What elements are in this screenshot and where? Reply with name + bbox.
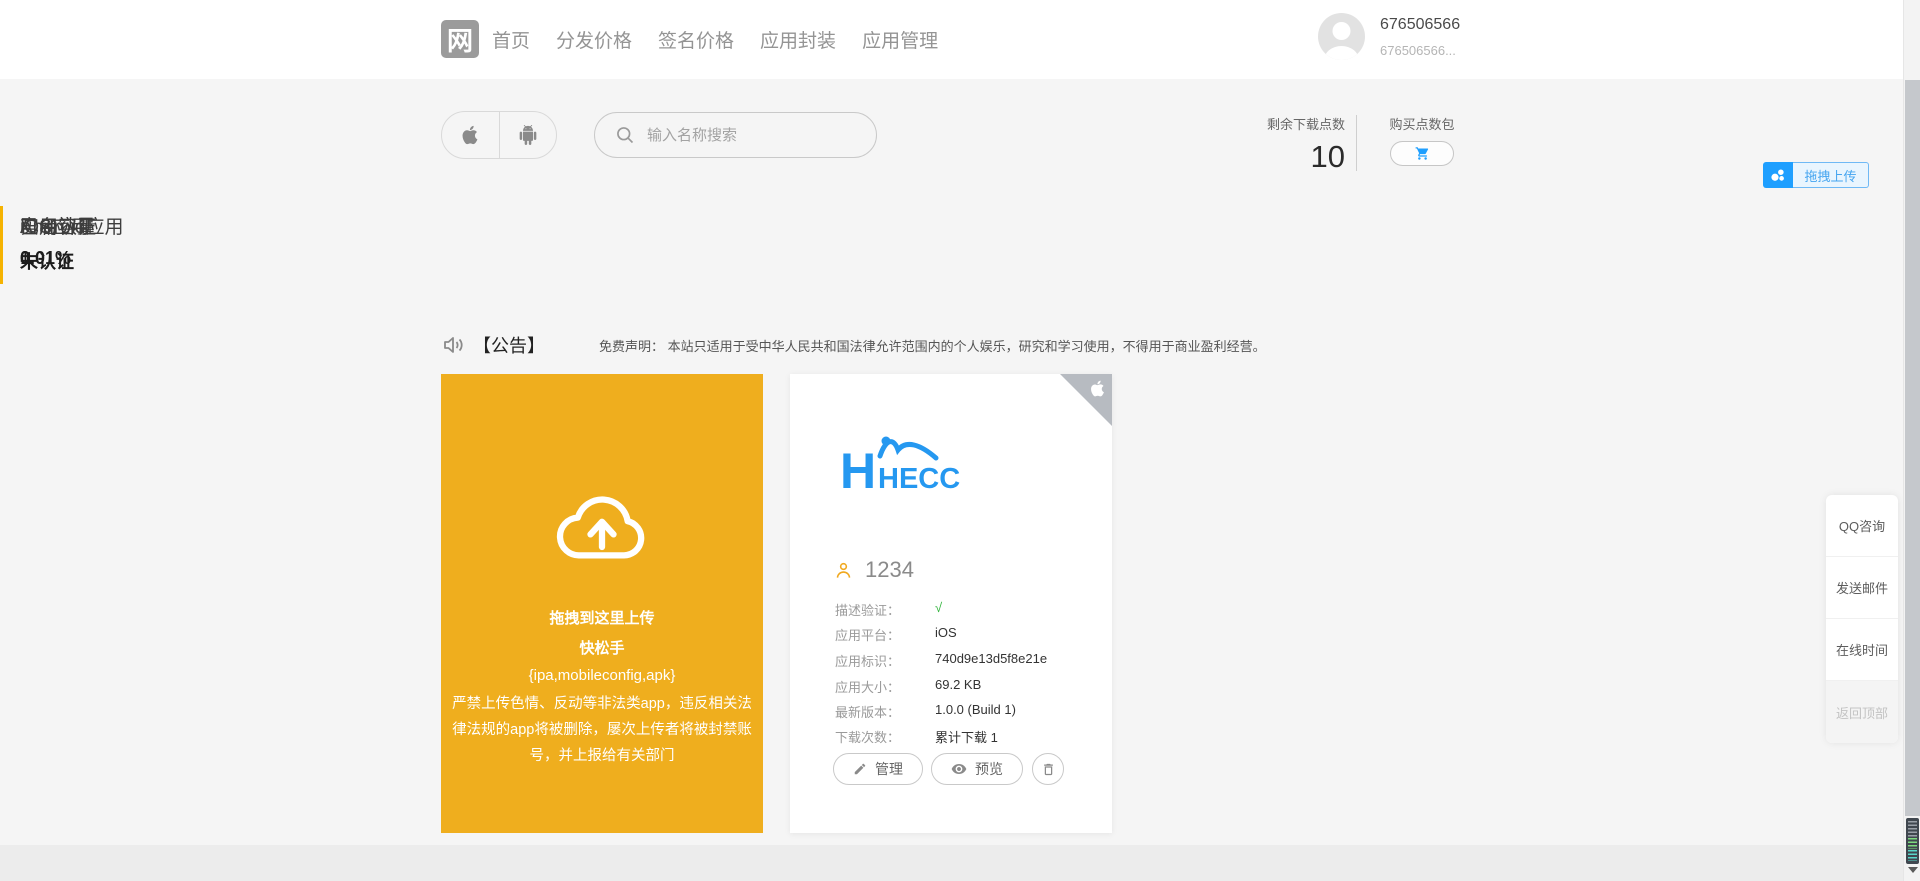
- detail-row-downloads: 下载次数： 累计下载 1: [835, 727, 1095, 746]
- preview-button-label: 预览: [975, 759, 1003, 779]
- side-item-qq[interactable]: QQ咨询: [1826, 495, 1898, 557]
- username: 676506566: [1380, 16, 1460, 34]
- person-icon: [834, 561, 853, 580]
- ribbon-apple-icon: [1088, 379, 1107, 398]
- upload-dropzone[interactable]: 拖拽到这里上传 快松手 {ipa,mobileconfig,apk} 严禁上传色…: [441, 374, 763, 833]
- detail-row-platform: 应用平台： iOS: [835, 625, 1095, 644]
- buy-points: 购买点数包: [1381, 114, 1463, 166]
- announcement: 【公告】 免费声明： 本站只适用于受中华人民共和国法律允许范围内的个人娱乐，研究…: [441, 332, 1266, 358]
- nav-item-distribution-price[interactable]: 分发价格: [556, 26, 632, 53]
- detail-label: 最新版本：: [835, 702, 935, 721]
- announcement-title: 【公告】: [473, 332, 545, 358]
- drag-upload-label: 拖拽上传: [1793, 162, 1869, 188]
- user-subname: 676506566...: [1380, 43, 1460, 58]
- app-users-count: 1234: [865, 557, 914, 583]
- user-names: 676506566 676506566...: [1380, 13, 1460, 60]
- avatar[interactable]: [1318, 13, 1365, 60]
- upload-filetypes: {ipa,mobileconfig,apk}: [441, 667, 763, 684]
- extension-widget: [1906, 818, 1919, 864]
- scrollbar: [1903, 0, 1920, 881]
- buy-points-label: 购买点数包: [1381, 114, 1463, 133]
- scrollbar-down-arrow[interactable]: [1908, 867, 1918, 873]
- nav-item-app-packaging[interactable]: 应用封装: [760, 26, 836, 53]
- site-logo[interactable]: 网: [441, 20, 479, 58]
- filter-ios-button[interactable]: [442, 112, 499, 158]
- trash-icon: [1041, 762, 1056, 777]
- detail-label: 应用大小：: [835, 677, 935, 696]
- speaker-icon: [441, 333, 465, 357]
- apple-icon: [459, 124, 481, 146]
- remaining-points: 剩余下载点数 10: [1210, 114, 1345, 175]
- manage-button[interactable]: 管理: [833, 753, 923, 785]
- app-logo[interactable]: H HECC: [840, 434, 995, 498]
- cloud-upload-icon: [543, 482, 661, 570]
- header: 网 首页 分发价格 签名价格 应用封装 应用管理 676506566 67650…: [0, 0, 1920, 79]
- cart-icon: [1415, 146, 1430, 161]
- delete-button[interactable]: [1032, 753, 1064, 785]
- svg-text:HECC: HECC: [878, 463, 960, 495]
- buy-points-button[interactable]: [1390, 141, 1454, 166]
- remaining-points-value: 10: [1210, 139, 1345, 175]
- app-users: 1234: [834, 557, 914, 583]
- upload-line1: 拖拽到这里上传: [441, 607, 763, 628]
- android-icon: [518, 124, 538, 146]
- detail-row-version: 最新版本： 1.0.0 (Build 1): [835, 702, 1095, 721]
- detail-row-size: 应用大小： 69.2 KB: [835, 677, 1095, 696]
- detail-row-identifier: 应用标识： 740d9e13d5f8e21e: [835, 651, 1095, 670]
- detail-value: 累计下载 1: [935, 727, 998, 746]
- detail-label: 描述验证：: [835, 600, 935, 619]
- search-box: [594, 112, 877, 158]
- detail-label: 应用标识：: [835, 651, 935, 670]
- nav-item-app-management[interactable]: 应用管理: [862, 26, 938, 53]
- stat-value: 未认证: [20, 248, 250, 274]
- divider: [1356, 115, 1357, 171]
- card-actions: 管理 预览: [833, 753, 1064, 785]
- pencil-icon: [853, 762, 867, 776]
- detail-value: √: [935, 600, 942, 619]
- footer-band: [0, 845, 1920, 881]
- stat-real-name-auth: 实名认证 未认证: [0, 206, 250, 284]
- search-input[interactable]: [647, 127, 862, 144]
- site-logo-glyph: 网: [447, 21, 473, 58]
- filter-android-button[interactable]: [499, 112, 557, 158]
- page: 网 首页 分发价格 签名价格 应用封装 应用管理 676506566 67650…: [0, 0, 1920, 881]
- detail-label: 下载次数：: [835, 727, 935, 746]
- detail-label: 应用平台：: [835, 625, 935, 644]
- upload-line2: 快松手: [441, 637, 763, 658]
- platform-filter: [441, 111, 557, 159]
- side-item-online-time[interactable]: 在线时间: [1826, 619, 1898, 681]
- eye-icon: [951, 761, 967, 777]
- nav-item-home[interactable]: 首页: [492, 26, 530, 53]
- app-card: H HECC 1234 描述验证： √ 应用平台： iOS 应用标识： 740d…: [790, 374, 1112, 833]
- manage-button-label: 管理: [875, 759, 903, 779]
- announcement-text: 免费声明： 本站只适用于受中华人民共和国法律允许范围内的个人娱乐，研究和学习使用…: [599, 336, 1266, 355]
- drag-upload-button[interactable]: 拖拽上传: [1763, 162, 1869, 188]
- detail-row-verify: 描述验证： √: [835, 600, 1095, 619]
- avatar-person-icon: [1318, 13, 1365, 60]
- side-item-back-to-top[interactable]: 返回顶部: [1826, 681, 1898, 743]
- preview-button[interactable]: 预览: [931, 753, 1023, 785]
- detail-value: iOS: [935, 625, 957, 644]
- user-info: 676506566 676506566...: [1318, 13, 1460, 60]
- svg-text:H: H: [840, 443, 876, 498]
- cloud-cluster-icon: [1763, 162, 1793, 188]
- search-icon: [615, 125, 635, 145]
- side-item-email[interactable]: 发送邮件: [1826, 557, 1898, 619]
- detail-value: 740d9e13d5f8e21e: [935, 651, 1047, 670]
- stat-label: 实名认证: [20, 212, 250, 239]
- nav-item-signing-price[interactable]: 签名价格: [658, 26, 734, 53]
- upload-warning: 严禁上传色情、反动等非法类app，违反相关法律法规的app将被删除，屡次上传者将…: [441, 691, 763, 769]
- side-panel: QQ咨询 发送邮件 在线时间 返回顶部: [1826, 495, 1898, 743]
- detail-value: 69.2 KB: [935, 677, 981, 696]
- main-nav: 首页 分发价格 签名价格 应用封装 应用管理: [492, 0, 938, 79]
- detail-value: 1.0.0 (Build 1): [935, 702, 1016, 721]
- remaining-points-label: 剩余下载点数: [1210, 114, 1345, 133]
- scrollbar-thumb[interactable]: [1905, 80, 1920, 816]
